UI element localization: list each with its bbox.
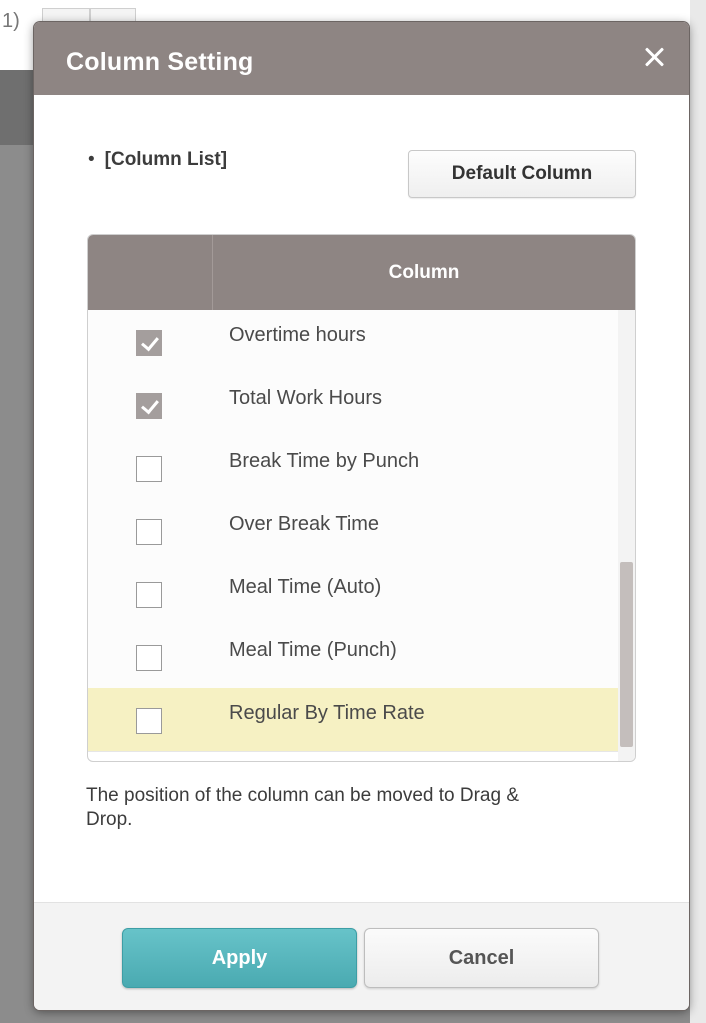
- row-label: Over Break Time: [229, 513, 380, 535]
- row-checkbox[interactable]: [136, 645, 162, 671]
- dialog-footer: Apply Cancel: [34, 902, 689, 1010]
- grid-header: Column: [88, 235, 635, 310]
- table-row[interactable]: Overtime hours: [88, 310, 618, 374]
- column-list-text: [Column List]: [104, 149, 228, 170]
- cancel-button[interactable]: Cancel: [364, 928, 599, 988]
- table-row[interactable]: Meal Time (Auto): [88, 562, 618, 626]
- row-checkbox[interactable]: [136, 393, 162, 419]
- column-grid: Column Overtime hours Total Work Hours B…: [87, 234, 636, 762]
- scrollbar-thumb[interactable]: [620, 562, 633, 747]
- table-row[interactable]: Break Time by Punch: [88, 436, 618, 500]
- row-label: Break Time by Punch: [229, 450, 420, 472]
- table-row[interactable]: Regular By Time Rate: [88, 688, 618, 752]
- background-fragment-text: 1): [2, 10, 20, 32]
- dialog-title: Column Setting: [66, 48, 254, 76]
- column-setting-dialog: Column Setting • [Column List] Default Co…: [34, 22, 689, 1010]
- drag-drop-help-text: The position of the column can be moved …: [86, 785, 520, 830]
- background-scroll-strip: [690, 0, 706, 1023]
- grid-body: Overtime hours Total Work Hours Break Ti…: [88, 310, 618, 761]
- row-checkbox[interactable]: [136, 582, 162, 608]
- row-checkbox[interactable]: [136, 519, 162, 545]
- row-checkbox[interactable]: [136, 708, 162, 734]
- table-row[interactable]: Over Break Time: [88, 499, 618, 563]
- row-label: Meal Time (Punch): [229, 639, 397, 661]
- row-checkbox[interactable]: [136, 456, 162, 482]
- row-label: Regular By Time Rate: [229, 702, 425, 724]
- row-label: Total Work Hours: [229, 387, 383, 409]
- table-row[interactable]: Meal Time (Punch): [88, 625, 618, 689]
- row-label: Overtime hours: [229, 324, 366, 346]
- default-column-button[interactable]: Default Column: [408, 150, 636, 198]
- row-label: Meal Time (Auto): [229, 576, 382, 598]
- table-row[interactable]: Total Work Hours: [88, 373, 618, 437]
- close-icon[interactable]: [639, 42, 669, 72]
- grid-scrollbar[interactable]: [618, 310, 635, 761]
- column-header: Column: [388, 261, 460, 283]
- dialog-header: Column Setting: [34, 22, 689, 95]
- column-list-label: • [Column List]: [88, 149, 227, 171]
- row-checkbox[interactable]: [136, 330, 162, 356]
- bullet: •: [88, 149, 95, 170]
- apply-button[interactable]: Apply: [122, 928, 357, 988]
